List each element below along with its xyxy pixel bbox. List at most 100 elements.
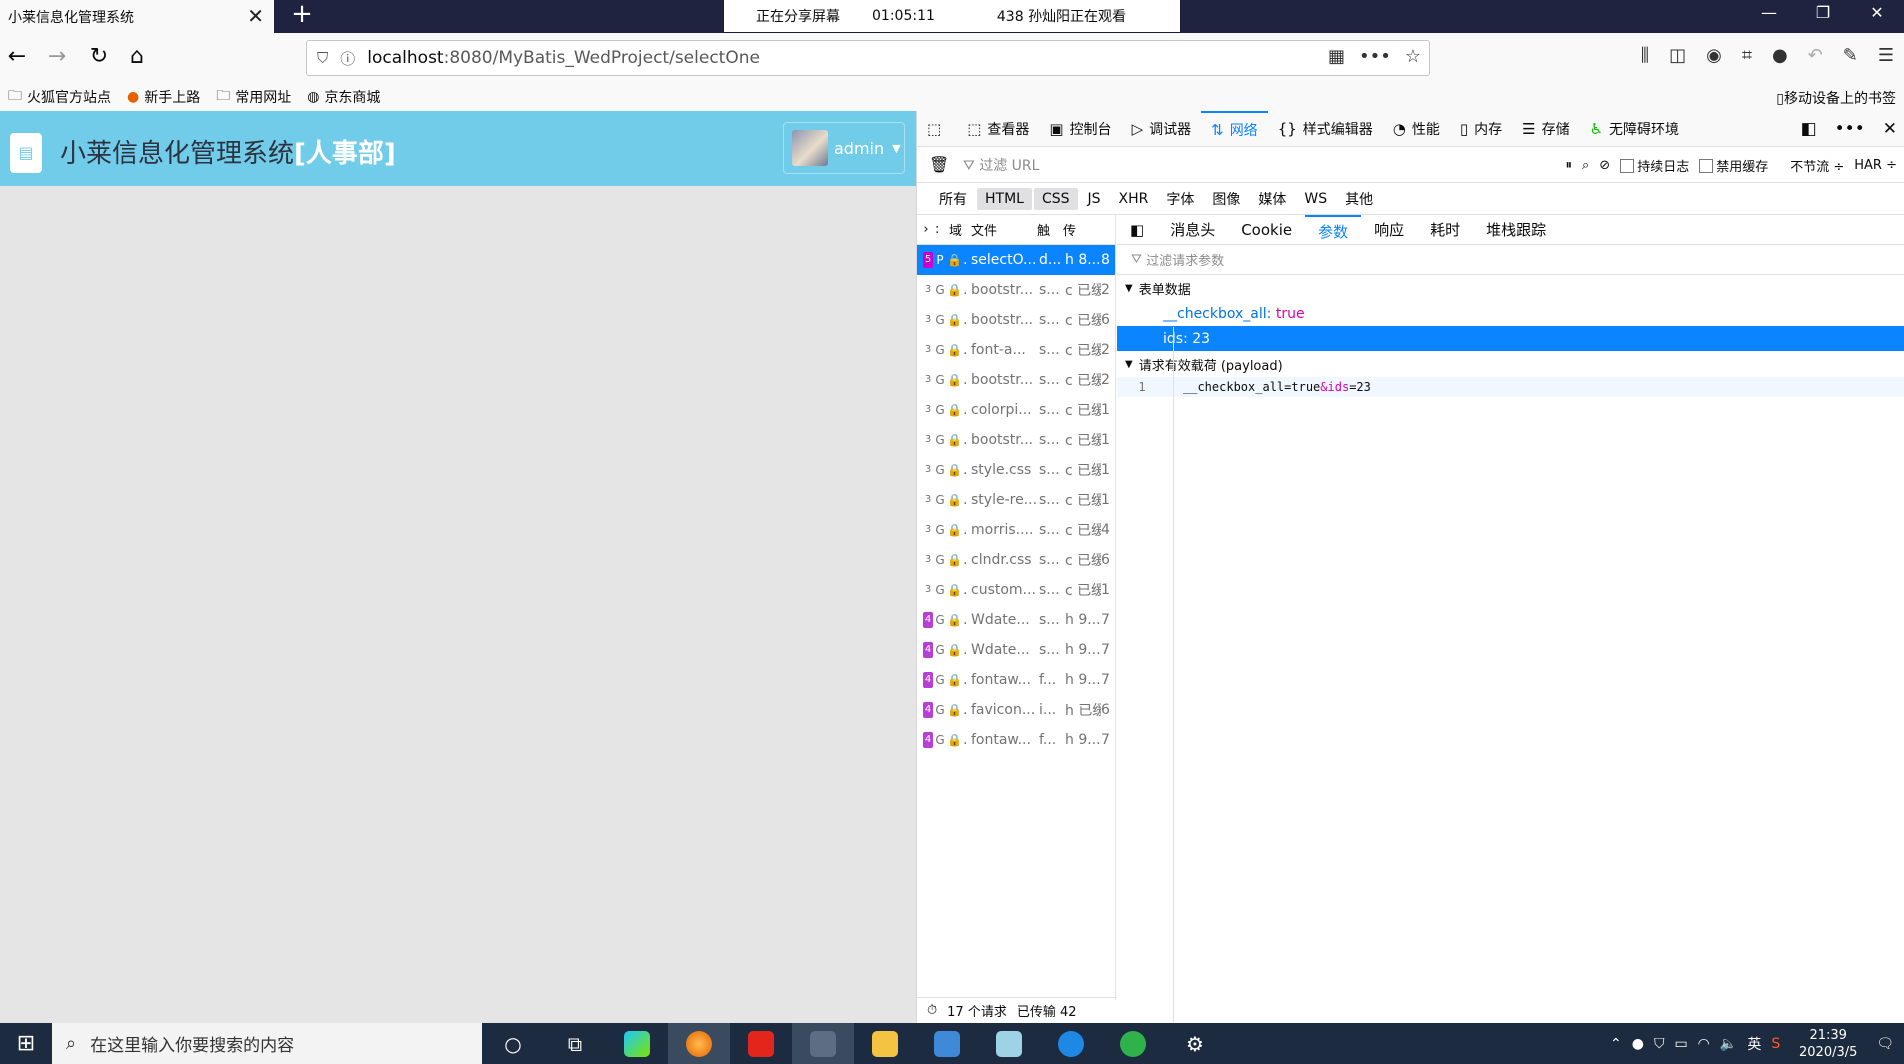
screenshot-icon[interactable]: ⌗ <box>1742 45 1752 66</box>
forward-button[interactable]: → <box>42 43 72 73</box>
firefox-taskbar-icon[interactable] <box>668 1023 730 1064</box>
cortana-icon[interactable]: ○ <box>482 1023 544 1064</box>
filter-other[interactable]: 其他 <box>1337 186 1381 212</box>
filter-images[interactable]: 图像 <box>1204 186 1248 212</box>
tab-timings[interactable]: 耗时 <box>1417 215 1473 245</box>
tab-params[interactable]: 参数 <box>1305 214 1362 245</box>
request-row[interactable]: 4 G 🔒. favicon... i... h 已缓 6 <box>917 695 1115 725</box>
sogou-icon[interactable]: S <box>1771 1036 1780 1052</box>
account-icon[interactable]: ◉ <box>1706 45 1722 66</box>
menu-icon[interactable]: ☰ <box>1878 45 1894 66</box>
request-row[interactable]: 3 G 🔒. clndr.css s... c 已缓 6 <box>917 545 1115 575</box>
bookmark-star-icon[interactable]: ☆ <box>1405 46 1421 67</box>
tab-inspector[interactable]: ⬚ 查看器 <box>957 111 1039 147</box>
block-icon[interactable]: ⊘ <box>1599 158 1610 173</box>
shield-icon[interactable]: ⛉ <box>317 49 328 67</box>
audio-app-icon[interactable] <box>792 1023 854 1064</box>
payload-section[interactable]: ▼ 请求有效载荷 (payload) <box>1117 351 1904 377</box>
request-row[interactable]: 4 G 🔒. Wdate... s... h 9... 7 <box>917 605 1115 635</box>
close-tab-icon[interactable]: ✕ <box>247 4 264 28</box>
chevron-up-icon[interactable]: ⌃ <box>1610 1036 1622 1052</box>
form-data-row[interactable]: ids: 23 <box>1117 326 1904 351</box>
taskbar-search-input[interactable]: ⌕ 在这里输入你要搜索的内容 <box>52 1023 482 1064</box>
reload-button[interactable]: ↻ <box>84 43 114 73</box>
qr-code-icon[interactable]: ▦ <box>1328 46 1345 67</box>
devtools-menu-icon[interactable]: ••• <box>1835 119 1865 139</box>
bookmark-item[interactable]: ◍ 京东商城 <box>307 87 380 107</box>
bookmark-item[interactable]: 🗀 常用网址 <box>216 85 291 109</box>
edge-icon[interactable] <box>1040 1023 1102 1064</box>
info-icon[interactable]: ⓘ <box>340 48 355 69</box>
wifi-icon[interactable]: ◠ <box>1698 1036 1710 1052</box>
close-devtools-icon[interactable]: ✕ <box>1883 119 1897 139</box>
media-player-icon[interactable] <box>606 1023 668 1064</box>
request-row[interactable]: 3 G 🔒. morris.... s... c 已缓 4 <box>917 515 1115 545</box>
settings-gear-icon[interactable]: ⚙ <box>1164 1023 1226 1064</box>
filter-html[interactable]: HTML <box>977 187 1032 210</box>
close-window-button[interactable]: ✕ <box>1850 0 1904 28</box>
tab-headers[interactable]: 消息头 <box>1157 215 1228 245</box>
filter-url-input[interactable]: ⛛ 过滤 URL <box>963 155 1483 175</box>
more-actions-icon[interactable]: ••• <box>1359 46 1391 67</box>
request-row[interactable]: 3 G 🔒. style-re... s... c 已缓 1 <box>917 485 1115 515</box>
form-data-row[interactable]: __checkbox_all: true <box>1117 301 1904 326</box>
disable-cache-checkbox[interactable]: 禁用缓存 <box>1699 156 1768 175</box>
bookmark-item[interactable]: ● 新手上路 <box>127 87 200 107</box>
dock-toggle-icon[interactable]: ◧ <box>1801 119 1817 139</box>
request-row[interactable]: 4 G 🔒. fontaw... f... h 9... 7 <box>917 665 1115 695</box>
evernote-icon[interactable]: ✎ <box>1843 45 1858 66</box>
request-row[interactable]: 3 G 🔒. font-a... s... c 已缓 2 <box>917 335 1115 365</box>
filter-all[interactable]: 所有 <box>931 186 975 212</box>
chat-icon[interactable]: ● <box>1772 45 1788 66</box>
filter-fonts[interactable]: 字体 <box>1158 186 1202 212</box>
url-bar[interactable]: ⛉ ⓘ localhost:8080/MyBatis_WedProject/se… <box>306 40 1430 76</box>
ime-indicator[interactable]: 英 <box>1747 1034 1761 1054</box>
element-picker-icon[interactable]: ⬚ <box>917 111 957 147</box>
store-icon[interactable] <box>916 1023 978 1064</box>
tab-debugger[interactable]: ▷ 调试器 <box>1122 111 1202 147</box>
undo-icon[interactable]: ↶ <box>1808 45 1823 66</box>
notifications-icon[interactable]: 🗨 <box>1876 1036 1894 1052</box>
request-row[interactable]: 3 G 🔒. bootstr... s... c 已缓 2 <box>917 275 1115 305</box>
task-view-icon[interactable]: ⧉ <box>544 1023 606 1064</box>
filter-params-input[interactable]: ⛛ 过滤请求参数 <box>1117 245 1904 275</box>
sidebar-icon[interactable]: ◫ <box>1669 45 1686 66</box>
filter-xhr[interactable]: XHR <box>1111 188 1157 210</box>
clock[interactable]: 21:39 2020/3/5 <box>1790 1027 1866 1061</box>
request-row[interactable]: 3 G 🔒. colorpi... s... c 已缓 1 <box>917 395 1115 425</box>
tab-memory[interactable]: ▯ 内存 <box>1450 111 1512 147</box>
col-type[interactable]: 触 <box>1037 220 1063 239</box>
request-row[interactable]: 3 G 🔒. bootstr... s... c 已缓 6 <box>917 305 1115 335</box>
col-transferred[interactable]: 传 <box>1063 220 1089 239</box>
toggle-sidebar-icon[interactable]: ◧ <box>1117 215 1157 245</box>
tab-performance[interactable]: ◔ 性能 <box>1383 111 1450 147</box>
file-explorer-icon[interactable] <box>854 1023 916 1064</box>
tab-network[interactable]: ⇅ 网络 <box>1201 110 1268 147</box>
persist-logs-checkbox[interactable]: 持续日志 <box>1620 156 1689 175</box>
volume-icon[interactable]: 🔈 <box>1720 1036 1737 1052</box>
minimize-button[interactable]: — <box>1742 0 1796 28</box>
tab-style-editor[interactable]: {} 样式编辑器 <box>1268 111 1383 147</box>
library-icon[interactable]: ⫼ <box>1641 45 1649 66</box>
har-menu[interactable]: HAR ÷ <box>1854 158 1897 173</box>
home-button[interactable]: ⌂ <box>122 43 152 73</box>
trash-icon[interactable]: 🗑 <box>929 155 949 174</box>
request-row[interactable]: 3 G 🔒. custom... s... c 已缓 1 <box>917 575 1115 605</box>
tab-response[interactable]: 响应 <box>1361 215 1417 245</box>
tab-storage[interactable]: ☰ 存储 <box>1512 111 1579 147</box>
back-button[interactable]: ← <box>2 43 32 73</box>
request-row[interactable]: 3 G 🔒. bootstr... s... c 已缓 1 <box>917 425 1115 455</box>
security-icon[interactable]: ⛉ <box>1654 1036 1665 1052</box>
tab-stack-trace[interactable]: 堆栈跟踪 <box>1473 215 1559 245</box>
battery-icon[interactable]: ▭ <box>1674 1036 1687 1052</box>
search-icon[interactable]: ⌕ <box>1582 158 1589 173</box>
browser-tab-active[interactable]: 小莱信息化管理系统 ✕ <box>0 0 274 33</box>
col-domain[interactable]: 域 <box>949 220 971 239</box>
filter-css[interactable]: CSS <box>1033 187 1078 210</box>
col-file[interactable]: 文件 <box>971 220 1037 239</box>
youdao-icon[interactable] <box>730 1023 792 1064</box>
qq-icon[interactable]: ● <box>1632 1036 1644 1052</box>
restore-button[interactable]: ❐ <box>1796 0 1850 28</box>
pause-icon[interactable]: ⏸ <box>1566 158 1573 173</box>
tab-accessibility[interactable]: ♿ 无障碍环境 <box>1580 111 1689 147</box>
